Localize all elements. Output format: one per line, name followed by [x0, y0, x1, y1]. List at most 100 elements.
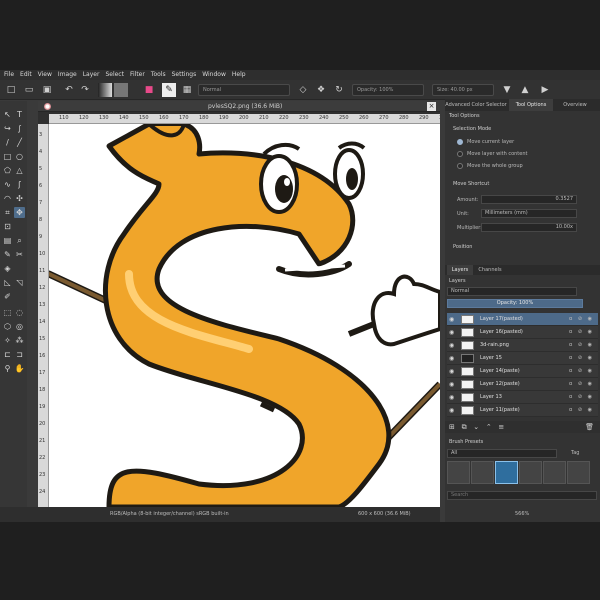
undo-icon[interactable]: ↶	[62, 83, 76, 97]
wrap-around-icon[interactable]: ▶	[538, 83, 552, 97]
open-document-icon[interactable]: ▭	[22, 83, 36, 97]
gradient-selector[interactable]	[98, 83, 112, 97]
brush-preset-item[interactable]	[519, 461, 542, 484]
document-tab[interactable]: pvlesSQ2.png (36.6 MiB) ×	[38, 101, 440, 112]
opacity-slider[interactable]: Opacity: 100%	[352, 84, 424, 96]
calligraphy-icon[interactable]: ∫	[14, 123, 25, 134]
layer-flags-icon[interactable]: α ⊘ ◉	[569, 355, 594, 361]
layer-flags-icon[interactable]: α ⊘ ◉	[569, 342, 594, 348]
menu-image[interactable]: Image	[58, 70, 77, 80]
magnetic-select-icon[interactable]: ⊐	[14, 349, 25, 360]
zoom-level[interactable]: 566%	[515, 507, 529, 522]
brush-preset-item[interactable]	[543, 461, 566, 484]
multiplier-input[interactable]: 10.00x	[481, 223, 577, 232]
mirror-vertical-icon[interactable]: ▲	[518, 83, 532, 97]
reload-icon[interactable]: ↻	[332, 83, 346, 97]
tab-tool-options[interactable]: Tool Options	[509, 99, 553, 111]
visibility-icon[interactable]: ◉	[449, 342, 454, 349]
polyline-tool-icon[interactable]: △	[14, 165, 25, 176]
layer-row[interactable]: ◉ Layer 11(paste) α ⊘ ◉	[447, 404, 598, 417]
brush-filter-select[interactable]: All	[447, 449, 557, 458]
mirror-icon[interactable]: ▼	[500, 83, 514, 97]
contiguous-select-icon[interactable]: ✧	[2, 335, 13, 346]
menu-select[interactable]: Select	[105, 70, 124, 80]
crop-tool-icon[interactable]: ⌗	[2, 207, 13, 218]
menu-edit[interactable]: Edit	[20, 70, 32, 80]
radio-move-current-layer[interactable]	[457, 139, 463, 145]
visibility-icon[interactable]: ◉	[449, 329, 454, 336]
brush-preset-icon[interactable]: ✎	[162, 83, 176, 97]
eraser-icon[interactable]: ◇	[296, 83, 310, 97]
brush-preset-item[interactable]	[567, 461, 590, 484]
layer-flags-icon[interactable]: α ⊘ ◉	[569, 381, 594, 387]
ellipse-tool-icon[interactable]: ○	[14, 151, 25, 162]
brush-search-input[interactable]: Search	[447, 491, 597, 500]
similar-select-icon[interactable]: ⁂	[14, 335, 25, 346]
text-tool-icon[interactable]: T	[14, 109, 25, 120]
visibility-icon[interactable]: ◉	[449, 407, 454, 414]
reference-tool-icon[interactable]: ✐	[2, 291, 13, 302]
blend-mode-select[interactable]: Normal	[198, 84, 290, 96]
layer-row[interactable]: ◉ Layer 17(pasted) α ⊘ ◉	[447, 313, 598, 326]
polygon-select-icon[interactable]: ⬡	[2, 321, 13, 332]
move-tool-icon[interactable]: ✥	[14, 207, 25, 218]
save-icon[interactable]: ▣	[40, 83, 54, 97]
brush-preset-item[interactable]	[471, 461, 494, 484]
new-document-icon[interactable]: □	[4, 83, 18, 97]
canvas[interactable]	[49, 124, 440, 507]
pattern-selector[interactable]	[114, 83, 128, 97]
pan-tool-icon[interactable]: ✋	[14, 363, 25, 374]
smart-patch-icon[interactable]: ✂	[14, 249, 25, 260]
polygon-tool-icon[interactable]: ⬠	[2, 165, 13, 176]
duplicate-layer-icon[interactable]: ⧉	[462, 423, 467, 431]
brush-tag-label[interactable]: Tag	[571, 450, 579, 456]
brush-preset-item[interactable]	[495, 461, 518, 484]
layer-flags-icon[interactable]: α ⊘ ◉	[569, 316, 594, 322]
layer-row[interactable]: ◉ Layer 15 α ⊘ ◉	[447, 352, 598, 365]
layout-icon[interactable]: ▦	[180, 83, 194, 97]
freehand-select-icon[interactable]: ◎	[14, 321, 25, 332]
layer-row[interactable]: ◉ 3d-rain.png α ⊘ ◉	[447, 339, 598, 352]
radio-move-whole-group[interactable]	[457, 163, 463, 169]
visibility-icon[interactable]: ◉	[449, 381, 454, 388]
bezier-tool-icon[interactable]: ∿	[2, 179, 13, 190]
tab-channels[interactable]: Channels	[475, 265, 505, 275]
layer-flags-icon[interactable]: α ⊘ ◉	[569, 407, 594, 413]
menu-tools[interactable]: Tools	[151, 70, 166, 80]
unit-select[interactable]: Millimeters (mm)	[481, 209, 577, 218]
close-document-icon[interactable]: ×	[427, 102, 436, 111]
measure-tool-icon[interactable]: ◹	[14, 277, 25, 288]
zoom-tool-icon[interactable]: ⚲	[2, 363, 13, 374]
menu-filter[interactable]: Filter	[130, 70, 145, 80]
color-picker-icon[interactable]: ⌕	[14, 235, 25, 246]
visibility-icon[interactable]: ◉	[449, 355, 454, 362]
amount-input[interactable]: 0.3527	[481, 195, 577, 204]
brush-preset-item[interactable]	[447, 461, 470, 484]
colorize-mask-icon[interactable]: ✎	[2, 249, 13, 260]
move-up-icon[interactable]: ⌃	[486, 423, 492, 431]
layer-row[interactable]: ◉ Layer 12(paste) α ⊘ ◉	[447, 378, 598, 391]
layer-row[interactable]: ◉ Layer 16(pasted) α ⊘ ◉	[447, 326, 598, 339]
size-slider[interactable]: Size: 40.00 px	[432, 84, 494, 96]
menu-layer[interactable]: Layer	[83, 70, 100, 80]
preserve-alpha-icon[interactable]: ❖	[314, 83, 328, 97]
bezier-select-icon[interactable]: ⊏	[2, 349, 13, 360]
tab-advanced-color-selector[interactable]: Advanced Color Selector	[445, 99, 507, 111]
assistant-tool-icon[interactable]: ◺	[2, 277, 13, 288]
visibility-icon[interactable]: ◉	[449, 368, 454, 375]
move-down-icon[interactable]: ⌄	[473, 423, 479, 431]
layer-opacity[interactable]: Opacity: 100%	[447, 299, 583, 308]
layer-row[interactable]: ◉ Layer 14(paste) α ⊘ ◉	[447, 365, 598, 378]
layer-flags-icon[interactable]: α ⊘ ◉	[569, 368, 594, 374]
menu-window[interactable]: Window	[202, 70, 226, 80]
dynamic-brush-icon[interactable]: ◠	[2, 193, 13, 204]
rect-select-icon[interactable]: ⬚	[2, 307, 13, 318]
brush-tool-icon[interactable]: /	[2, 137, 13, 148]
tab-layers[interactable]: Layers	[447, 265, 473, 275]
menu-help[interactable]: Help	[232, 70, 246, 80]
menu-view[interactable]: View	[38, 70, 52, 80]
menu-file[interactable]: File	[4, 70, 14, 80]
tab-overview[interactable]: Overview	[555, 99, 595, 111]
radio-move-layer-with-content[interactable]	[457, 151, 463, 157]
rectangle-tool-icon[interactable]: □	[2, 151, 13, 162]
